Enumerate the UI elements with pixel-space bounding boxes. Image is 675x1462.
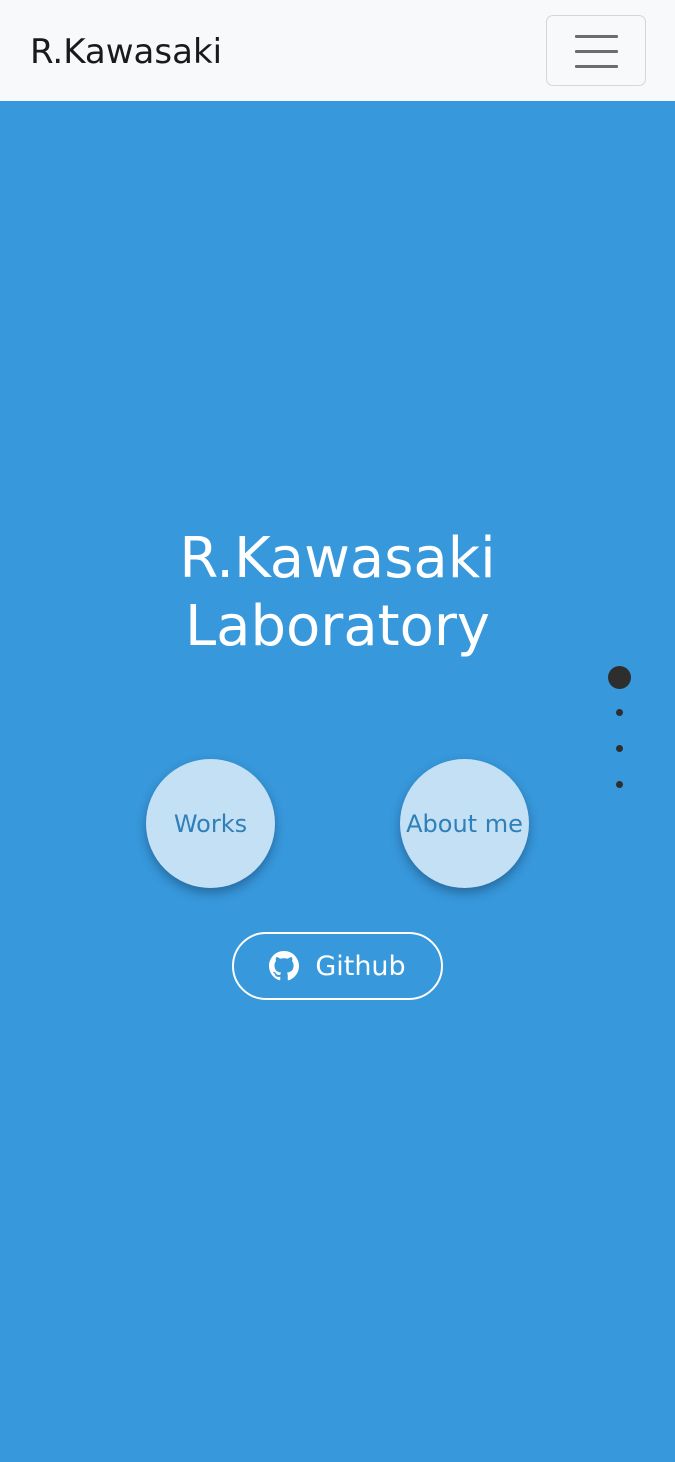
github-button-label: Github: [315, 950, 406, 982]
section-nav-dots: [600, 660, 640, 800]
page: R.Kawasaki R.Kawasaki Laboratory Works A…: [0, 0, 675, 1462]
hero-title: R.Kawasaki Laboratory: [0, 525, 675, 661]
works-button[interactable]: Works: [146, 759, 275, 888]
hamburger-menu-icon: [575, 50, 618, 53]
section-dot-1-active[interactable]: [608, 666, 631, 689]
section-dot-3[interactable]: [616, 745, 623, 752]
hero-title-line-1: R.Kawasaki: [179, 526, 496, 591]
hamburger-menu-icon: [575, 65, 618, 68]
hero-title-line-2: Laboratory: [184, 594, 491, 659]
github-icon: [269, 951, 300, 981]
github-button[interactable]: Github: [232, 932, 443, 1000]
about-me-button-label: About me: [406, 809, 523, 838]
navbar: R.Kawasaki: [0, 0, 675, 101]
navbar-toggler-button[interactable]: [546, 15, 646, 86]
about-me-button[interactable]: About me: [400, 759, 529, 888]
works-button-label: Works: [173, 809, 248, 838]
section-dot-4[interactable]: [616, 781, 623, 788]
section-dot-2[interactable]: [616, 709, 623, 716]
hamburger-menu-icon: [575, 35, 618, 38]
brand-link[interactable]: R.Kawasaki: [30, 28, 222, 76]
